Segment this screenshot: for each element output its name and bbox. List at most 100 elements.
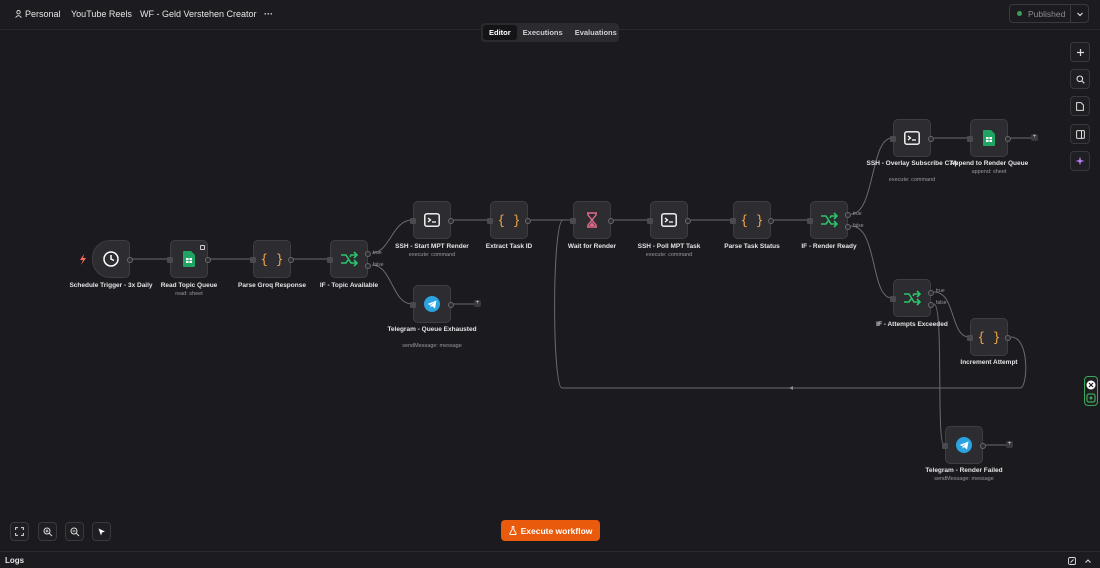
output-port-true[interactable] (928, 290, 934, 296)
node-label: IF - Attempts Exceeded (876, 321, 948, 328)
input-port[interactable] (730, 218, 736, 224)
node-schedule-trigger[interactable] (92, 240, 133, 278)
node-telegram-queue[interactable] (410, 285, 454, 323)
node-parse-groq[interactable]: { } (250, 240, 294, 278)
popout-icon[interactable] (1068, 557, 1076, 565)
ai-assistant-button[interactable] (1070, 151, 1090, 171)
output-port[interactable] (525, 218, 531, 224)
code-braces-icon: { } (742, 214, 762, 229)
terminal-icon (424, 213, 440, 227)
node-ssh-start[interactable] (410, 201, 454, 239)
input-port[interactable] (167, 257, 173, 263)
user-icon (15, 10, 22, 18)
output-port[interactable] (1005, 136, 1011, 142)
svg-text:{ }: { } (742, 214, 762, 229)
false-branch-label: false (936, 300, 947, 306)
close-icon[interactable] (1085, 379, 1097, 391)
true-branch-label: true (936, 288, 945, 294)
output-port[interactable] (768, 218, 774, 224)
fit-view-button[interactable] (10, 522, 29, 541)
node-append-queue[interactable] (967, 119, 1011, 157)
input-port[interactable] (647, 218, 653, 224)
execute-label: Execute workflow (520, 525, 593, 536)
output-port[interactable] (448, 302, 454, 308)
output-port-true[interactable] (365, 251, 371, 257)
add-node-button[interactable]: + (1031, 134, 1038, 141)
chevron-down-icon[interactable] (1074, 8, 1086, 20)
output-port-false[interactable] (365, 263, 371, 269)
output-port[interactable] (448, 218, 454, 224)
node-if-topic[interactable] (327, 240, 371, 278)
output-port[interactable] (980, 443, 986, 449)
node-parse-status[interactable]: { } (730, 201, 774, 239)
side-widget[interactable] (1084, 376, 1098, 406)
folder-breadcrumb[interactable]: YouTube Reels (71, 0, 132, 28)
add-node-button[interactable] (1070, 42, 1090, 62)
input-port[interactable] (410, 218, 416, 224)
output-port[interactable] (608, 218, 614, 224)
input-port[interactable] (410, 302, 416, 308)
panel-icon (1075, 129, 1085, 139)
tidy-up-button[interactable] (92, 522, 111, 541)
search-icon (1075, 74, 1085, 84)
toggle-panel-button[interactable] (1070, 124, 1090, 144)
node-ssh-overlay[interactable] (890, 119, 934, 157)
zoom-out-button[interactable] (65, 522, 84, 541)
zoom-in-button[interactable] (38, 522, 57, 541)
input-port[interactable] (250, 257, 256, 263)
input-port[interactable] (967, 335, 973, 341)
workflow-name[interactable]: WF - Geld Verstehen Creator (140, 0, 257, 28)
output-port[interactable] (288, 257, 294, 263)
input-port[interactable] (942, 443, 948, 449)
fit-view-icon (15, 527, 24, 536)
node-increment[interactable]: { } (967, 318, 1011, 356)
output-port[interactable] (1005, 335, 1011, 341)
node-wait-render[interactable] (570, 201, 614, 239)
tab-editor[interactable]: Editor (483, 25, 517, 40)
input-port[interactable] (327, 257, 333, 263)
input-port[interactable] (570, 218, 576, 224)
telegram-icon (424, 296, 440, 312)
input-port[interactable] (487, 218, 493, 224)
published-status-dot (1017, 11, 1022, 16)
logs-panel[interactable]: Logs (0, 551, 1100, 568)
node-extract-task[interactable]: { } (487, 201, 531, 239)
node-if-attempts[interactable] (890, 279, 934, 317)
publish-button[interactable]: Published (1009, 4, 1089, 23)
output-port[interactable] (685, 218, 691, 224)
add-node-button[interactable]: + (1006, 441, 1013, 448)
node-read-topic-queue[interactable] (167, 240, 211, 278)
input-port[interactable] (890, 296, 896, 302)
google-sheets-icon (183, 251, 195, 267)
trigger-bolt-icon (80, 254, 86, 265)
tab-evaluations[interactable]: Evaluations (569, 25, 623, 40)
output-port-false[interactable] (845, 224, 851, 230)
svg-text:{ }: { } (499, 214, 519, 229)
project-breadcrumb[interactable]: Personal (15, 0, 61, 28)
if-branch-icon (341, 251, 358, 267)
sticky-note-button[interactable] (1070, 96, 1090, 116)
input-port[interactable] (967, 136, 973, 142)
input-port[interactable] (890, 136, 896, 142)
node-ssh-poll[interactable] (647, 201, 691, 239)
node-if-render[interactable] (807, 201, 851, 239)
node-subtitle: execute: command (645, 252, 693, 258)
more-options-button[interactable]: ··· (264, 0, 273, 28)
output-port-true[interactable] (845, 212, 851, 218)
tab-executions[interactable]: Executions (517, 25, 569, 40)
search-nodes-button[interactable] (1070, 69, 1090, 89)
output-port[interactable] (205, 257, 211, 263)
output-port-false[interactable] (928, 302, 934, 308)
add-node-button[interactable]: + (474, 300, 481, 307)
node-label: Telegram - Queue Exhausted (387, 326, 477, 333)
google-sheets-icon (983, 130, 995, 146)
chevron-up-icon[interactable] (1084, 557, 1092, 565)
output-port[interactable] (928, 136, 934, 142)
view-tabs: Editor Executions Evaluations (481, 23, 619, 42)
workflow-editor: Schedule Trigger - 3x Daily Read Topic Q… (0, 0, 1100, 568)
terminal-icon (661, 213, 677, 227)
input-port[interactable] (807, 218, 813, 224)
node-telegram-failed[interactable] (942, 426, 986, 464)
output-port[interactable] (127, 257, 133, 263)
execute-workflow-button[interactable]: Execute workflow (501, 520, 600, 541)
